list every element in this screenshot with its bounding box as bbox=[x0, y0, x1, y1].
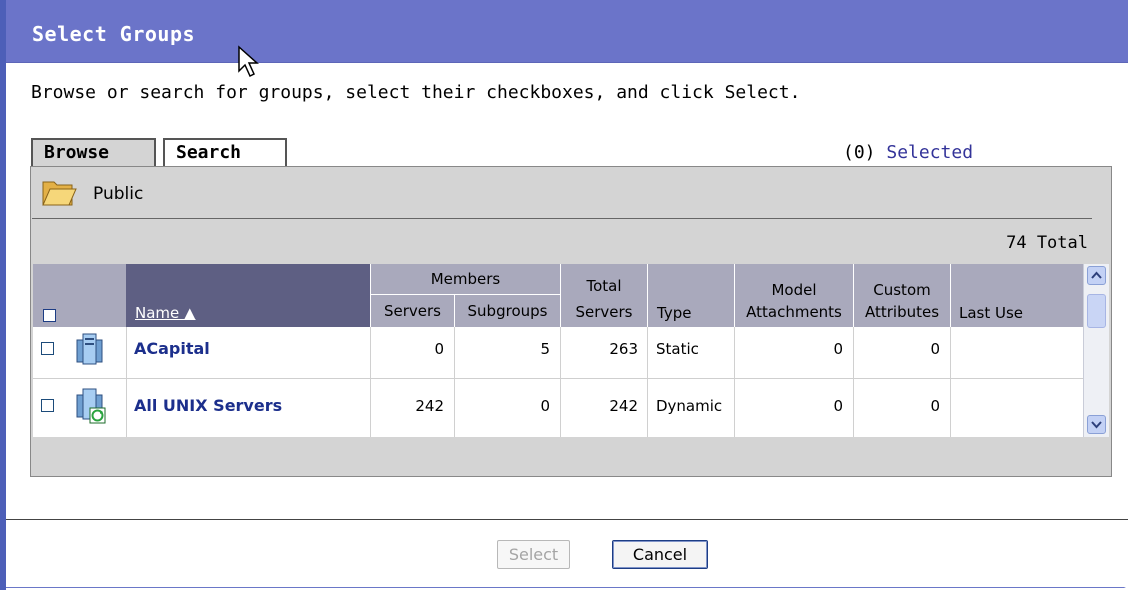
footer-divider bbox=[6, 519, 1128, 520]
column-divider bbox=[126, 327, 127, 437]
header-servers: Servers bbox=[371, 295, 454, 327]
table-scrollbar[interactable] bbox=[1083, 264, 1109, 437]
row-total-servers: 263 bbox=[609, 340, 638, 358]
row-model-attachments: 0 bbox=[833, 340, 843, 358]
header-custom-line1: Custom bbox=[873, 281, 931, 299]
header-total-line2: Servers bbox=[575, 303, 633, 321]
row-custom-attributes: 0 bbox=[930, 340, 940, 358]
header-custom-line2: Attributes bbox=[864, 303, 940, 321]
row-type: Dynamic bbox=[656, 397, 723, 415]
row-total-servers: 242 bbox=[609, 397, 638, 415]
selected-link[interactable]: Selected bbox=[886, 142, 973, 163]
column-divider bbox=[560, 327, 561, 437]
dialog-left-border bbox=[0, 0, 6, 590]
group-name[interactable]: ACapital bbox=[134, 339, 210, 358]
header-total-line1: Total bbox=[586, 277, 622, 295]
column-divider bbox=[647, 327, 648, 437]
browse-panel: Public 74 Total Name ▲ Members Servers S… bbox=[30, 166, 1112, 477]
row-subgroups: 0 bbox=[540, 397, 550, 415]
row-model-attachments: 0 bbox=[833, 397, 843, 415]
row-subgroups: 5 bbox=[540, 340, 550, 358]
tab-search[interactable]: Search bbox=[163, 138, 287, 166]
header-total-servers: Total Servers bbox=[561, 264, 647, 327]
header-model-line2: Attachments bbox=[746, 303, 842, 321]
instructions-text: Browse or search for groups, select thei… bbox=[31, 82, 801, 103]
row-name-link[interactable]: ACapital bbox=[134, 339, 210, 358]
mouse-pointer-icon bbox=[238, 45, 259, 78]
dialog-title: Select Groups bbox=[32, 22, 196, 46]
selected-count-number: (0) bbox=[843, 142, 876, 163]
column-divider bbox=[853, 327, 854, 437]
header-members: Members bbox=[371, 264, 560, 294]
divider bbox=[32, 218, 1092, 219]
tab-browse[interactable]: Browse bbox=[31, 138, 156, 166]
row-checkbox[interactable] bbox=[41, 399, 54, 412]
header-name[interactable]: Name ▲ bbox=[126, 264, 370, 327]
scroll-down-button[interactable] bbox=[1087, 415, 1106, 434]
select-button[interactable]: Select bbox=[497, 540, 570, 569]
static-group-icon bbox=[76, 333, 103, 365]
chevron-down-icon bbox=[1091, 421, 1102, 429]
header-type: Type bbox=[648, 264, 734, 327]
row-name-link[interactable]: All UNIX Servers bbox=[134, 396, 282, 415]
select-all-checkbox[interactable] bbox=[43, 309, 56, 322]
row-checkbox[interactable] bbox=[41, 342, 54, 355]
header-select-all-cell bbox=[33, 264, 126, 327]
row-servers: 0 bbox=[434, 340, 444, 358]
row-type: Static bbox=[656, 340, 699, 358]
header-custom-attributes: Custom Attributes bbox=[854, 264, 950, 327]
cancel-button[interactable]: Cancel bbox=[612, 540, 708, 569]
group-name[interactable]: All UNIX Servers bbox=[134, 396, 282, 415]
row-servers: 242 bbox=[415, 397, 444, 415]
column-divider bbox=[370, 327, 371, 437]
row-custom-attributes: 0 bbox=[930, 397, 940, 415]
total-count: 74 Total bbox=[1006, 233, 1088, 253]
title-bar: Select Groups bbox=[6, 0, 1128, 63]
column-divider bbox=[950, 327, 951, 437]
scroll-up-button[interactable] bbox=[1087, 266, 1106, 285]
scroll-thumb[interactable] bbox=[1087, 294, 1106, 328]
chevron-up-icon bbox=[1091, 271, 1102, 279]
dynamic-group-icon bbox=[76, 388, 106, 424]
header-last-use-label: Last Use bbox=[959, 304, 1024, 322]
header-name-label[interactable]: Name ▲ bbox=[135, 304, 196, 322]
header-type-label: Type bbox=[657, 304, 692, 322]
column-divider bbox=[454, 327, 455, 437]
column-divider bbox=[734, 327, 735, 437]
row-divider bbox=[33, 378, 1083, 379]
header-subgroups: Subgroups bbox=[455, 295, 560, 327]
header-model-attachments: Model Attachments bbox=[735, 264, 853, 327]
header-model-line1: Model bbox=[771, 281, 817, 299]
folder-open-icon bbox=[42, 181, 77, 206]
groups-table: Name ▲ Members Servers Subgroups Total S… bbox=[33, 264, 1083, 437]
selected-count: (0) Selected bbox=[843, 142, 973, 163]
folder-label[interactable]: Public bbox=[93, 184, 143, 204]
header-last-use: Last Use bbox=[951, 264, 1083, 327]
